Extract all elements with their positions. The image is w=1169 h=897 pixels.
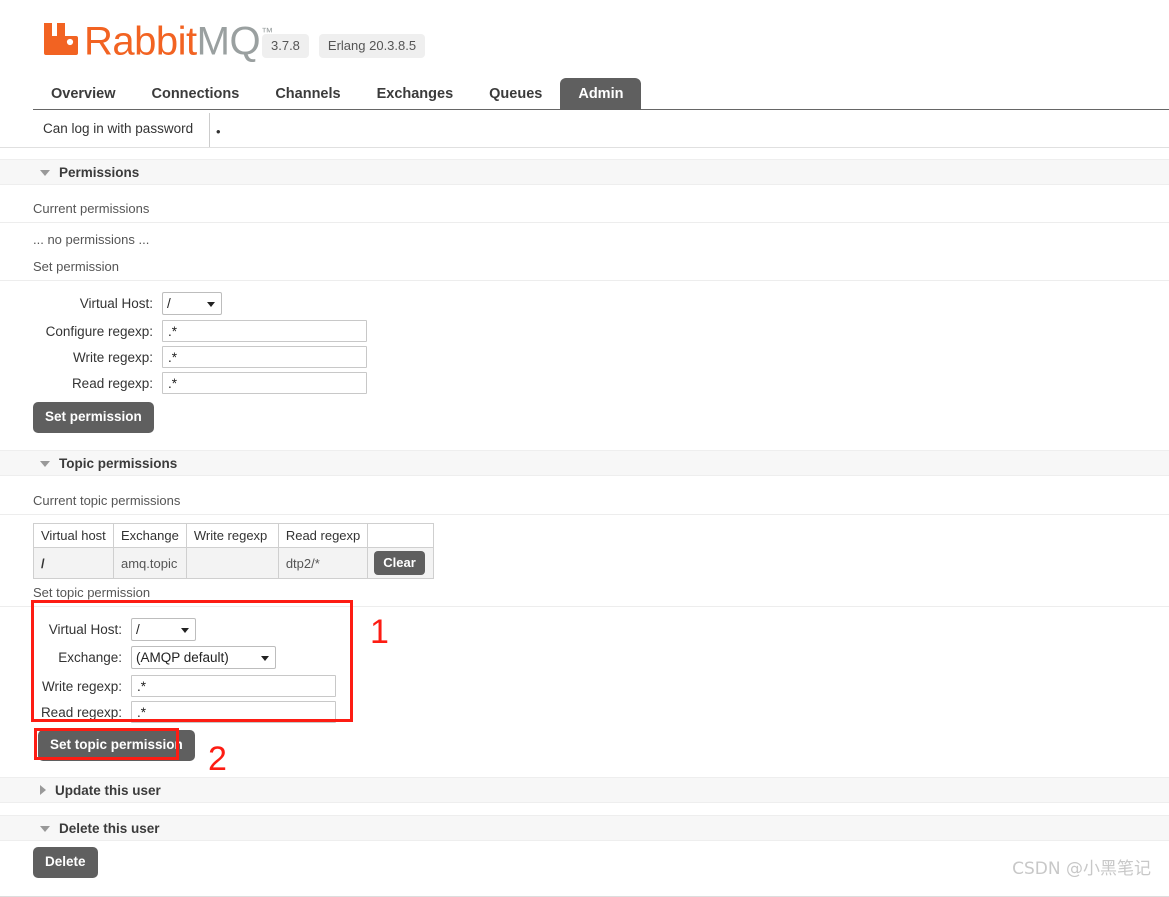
- permission-write-row: Write regexp:: [33, 346, 367, 368]
- col-exchange: Exchange: [113, 523, 187, 548]
- logo-wordmark: RabbitMQ™: [84, 16, 273, 64]
- main-navigation: Overview Connections Channels Exchanges …: [0, 78, 1169, 110]
- triangle-down-icon: [40, 170, 50, 176]
- nav-tabs: Overview Connections Channels Exchanges …: [33, 78, 642, 110]
- version-badges: 3.7.8 Erlang 20.3.8.5: [262, 34, 426, 58]
- permission-vhost-select-wrap: /: [162, 292, 222, 315]
- update-user-section-title: Update this user: [55, 782, 161, 798]
- topic-permissions-section-header[interactable]: Topic permissions: [0, 450, 1169, 476]
- topic-read-label: Read regexp:: [40, 704, 122, 720]
- topic-write-row: Write regexp:: [34, 675, 336, 697]
- clear-topic-permission-button[interactable]: Clear: [374, 551, 425, 575]
- permission-read-label: Read regexp:: [71, 375, 153, 391]
- col-virtual-host: Virtual host: [33, 523, 114, 548]
- tab-exchanges[interactable]: Exchanges: [359, 78, 472, 110]
- permission-read-input[interactable]: [162, 372, 367, 394]
- csdn-watermark: CSDN @小黑笔记: [1012, 859, 1151, 879]
- permissions-section-header[interactable]: Permissions: [0, 159, 1169, 185]
- topic-vhost-select[interactable]: /: [131, 618, 196, 641]
- topic-vhost-select-wrap: /: [131, 618, 196, 641]
- delete-user-button[interactable]: Delete: [33, 847, 98, 878]
- topic-exchange-select-wrap: (AMQP default): [131, 646, 276, 669]
- annotation-step-1: 1: [370, 613, 389, 651]
- permission-vhost-row: Virtual Host: /: [33, 292, 363, 315]
- annotation-step-2: 2: [208, 740, 227, 778]
- delete-user-section-header[interactable]: Delete this user: [0, 815, 1169, 841]
- col-read-regexp: Read regexp: [277, 523, 369, 548]
- topic-read-input[interactable]: [131, 701, 336, 723]
- tab-connections[interactable]: Connections: [134, 78, 258, 110]
- triangle-right-icon: [40, 785, 46, 795]
- topic-permissions-section-title: Topic permissions: [59, 455, 178, 471]
- cell-read-regexp: dtp2/*: [277, 547, 369, 579]
- cell-exchange: amq.topic: [113, 547, 187, 579]
- set-permission-label: Set permission: [0, 259, 1169, 281]
- tab-channels[interactable]: Channels: [257, 78, 358, 110]
- topic-read-row: Read regexp:: [34, 701, 336, 723]
- permission-vhost-select[interactable]: /: [162, 292, 222, 315]
- set-topic-permission-button[interactable]: Set topic permission: [38, 730, 195, 761]
- topic-vhost-label: Virtual Host:: [48, 622, 122, 637]
- permission-write-input[interactable]: [162, 346, 367, 368]
- tab-queues[interactable]: Queues: [471, 78, 560, 110]
- table-row: / amq.topic dtp2/* Clear: [33, 547, 435, 579]
- topic-vhost-row: Virtual Host: /: [40, 618, 196, 641]
- can-log-in-value: •: [216, 124, 221, 139]
- permissions-section-title: Permissions: [59, 164, 140, 180]
- cell-virtual-host: /: [33, 547, 114, 579]
- cell-actions: Clear: [367, 547, 435, 579]
- cell-write-regexp: [185, 547, 279, 579]
- permission-configure-label: Configure regexp:: [45, 323, 153, 339]
- col-actions: [367, 523, 435, 548]
- tab-admin[interactable]: Admin: [560, 78, 642, 110]
- set-permission-button[interactable]: Set permission: [33, 402, 154, 433]
- no-permissions-text: ... no permissions ...: [33, 232, 150, 247]
- user-info-strip: Can log in with password: [0, 111, 1169, 148]
- permission-configure-input[interactable]: [162, 320, 367, 342]
- topic-exchange-label: Exchange:: [58, 650, 122, 665]
- topic-permissions-table: Virtual host Exchange Write regexp Read …: [33, 523, 435, 579]
- permission-vhost-label: Virtual Host:: [79, 296, 153, 311]
- can-log-in-label: Can log in with password: [43, 121, 194, 136]
- col-write-regexp: Write regexp: [185, 523, 279, 548]
- permission-configure-row: Configure regexp:: [33, 320, 367, 342]
- table-header-row: Virtual host Exchange Write regexp Read …: [33, 523, 435, 548]
- topic-exchange-row: Exchange: (AMQP default): [40, 646, 276, 669]
- erlang-version-badge: Erlang 20.3.8.5: [318, 34, 426, 58]
- triangle-down-icon: [40, 826, 50, 832]
- permission-write-label: Write regexp:: [72, 349, 153, 365]
- page-header: RabbitMQ™ 3.7.8 Erlang 20.3.8.5: [0, 0, 1169, 78]
- permission-read-row: Read regexp:: [33, 372, 367, 394]
- logo-rabbit-text: Rabbit: [84, 19, 197, 64]
- topic-write-label: Write regexp:: [41, 678, 122, 694]
- rabbitmq-management-page: RabbitMQ™ 3.7.8 Erlang 20.3.8.5 Overview…: [0, 0, 1169, 897]
- topic-exchange-select[interactable]: (AMQP default): [131, 646, 276, 669]
- rabbitmq-version-badge: 3.7.8: [262, 34, 309, 58]
- update-user-section-header[interactable]: Update this user: [0, 777, 1169, 803]
- triangle-down-icon: [40, 461, 50, 467]
- logo-mq-text: MQ: [196, 19, 261, 64]
- current-topic-permissions-label: Current topic permissions: [0, 493, 1169, 515]
- delete-user-section-title: Delete this user: [59, 820, 160, 836]
- rabbitmq-logo[interactable]: RabbitMQ™: [40, 14, 273, 64]
- tab-overview[interactable]: Overview: [33, 78, 134, 110]
- current-permissions-label: Current permissions: [0, 201, 1169, 223]
- rabbit-logo-icon: [40, 17, 82, 59]
- user-info-divider: [209, 113, 210, 147]
- set-topic-permission-label: Set topic permission: [0, 585, 1169, 607]
- topic-write-input[interactable]: [131, 675, 336, 697]
